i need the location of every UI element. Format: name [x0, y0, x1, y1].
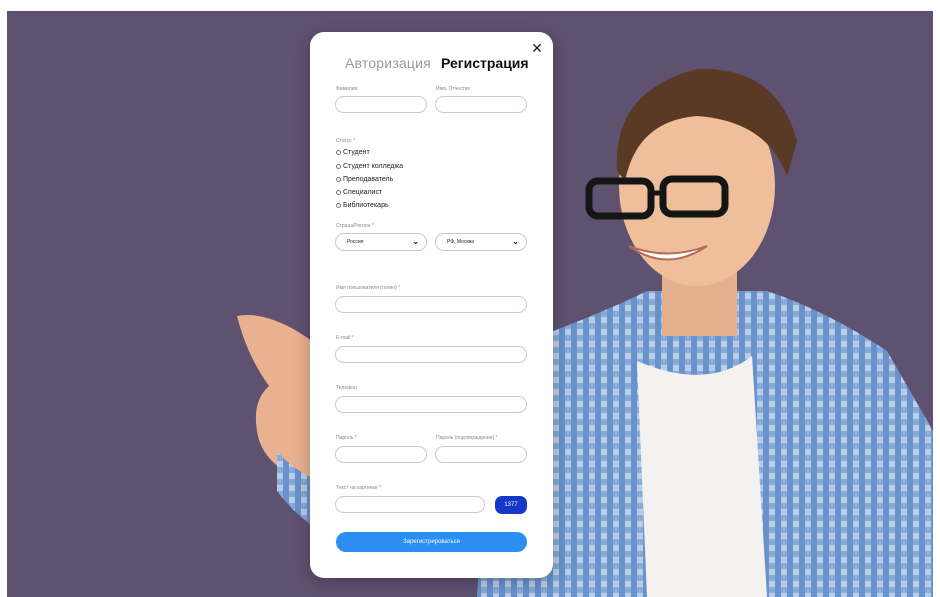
captcha-image: 1377	[495, 496, 527, 514]
radio-icon	[336, 190, 341, 195]
first-middle-name-label: Имя, Отчество	[436, 86, 471, 92]
captcha-label: Текст на картинке *	[336, 485, 381, 491]
last-name-input[interactable]	[335, 96, 427, 113]
status-option-librarian[interactable]: Библиотекарь	[336, 201, 389, 210]
username-label: Имя пользователя (логин) *	[336, 285, 400, 291]
radio-icon	[336, 177, 341, 182]
status-option-teacher[interactable]: Преподаватель	[336, 175, 393, 184]
password-confirm-input[interactable]	[435, 446, 527, 463]
region-select[interactable]: РФ, Москва ⌄	[435, 233, 527, 251]
status-option-label: Специалист	[343, 189, 383, 196]
status-option-label: Библиотекарь	[343, 202, 389, 209]
country-select[interactable]: Россия ⌄	[335, 233, 427, 251]
first-middle-name-input[interactable]	[435, 96, 527, 113]
email-label: E-mail *	[336, 335, 354, 341]
region-value: РФ, Москва	[447, 239, 474, 245]
chevron-down-icon: ⌄	[512, 237, 519, 246]
radio-icon	[336, 150, 341, 155]
register-button[interactable]: Зарегистрироваться	[336, 532, 527, 552]
status-option-label: Студент	[343, 149, 370, 156]
last-name-label: Фамилия	[336, 86, 358, 92]
password-label: Пароль *	[336, 435, 357, 441]
email-input[interactable]	[335, 346, 527, 363]
status-option-student[interactable]: Студент	[336, 148, 370, 157]
status-label: Статус *	[336, 138, 356, 144]
status-option-label: Преподаватель	[343, 176, 394, 183]
close-icon[interactable]: ✕	[531, 41, 543, 55]
region-label: Страна/Регион *	[336, 223, 374, 229]
password-input[interactable]	[335, 446, 427, 463]
radio-icon	[336, 164, 341, 169]
status-option-label: Студент колледжа	[343, 163, 404, 170]
phone-label: Телефон	[336, 385, 357, 391]
status-option-specialist[interactable]: Специалист	[336, 188, 382, 197]
captcha-input[interactable]	[335, 496, 485, 513]
password-confirm-label: Пароль (подтверждение) *	[436, 435, 498, 441]
tab-register[interactable]: Регистрация	[441, 54, 529, 72]
tab-login[interactable]: Авторизация	[345, 54, 431, 72]
country-value: Россия	[347, 239, 364, 245]
radio-icon	[336, 203, 341, 208]
phone-input[interactable]	[335, 396, 527, 413]
status-option-college-student[interactable]: Студент колледжа	[336, 162, 403, 171]
chevron-down-icon: ⌄	[412, 237, 419, 246]
username-input[interactable]	[335, 296, 527, 313]
